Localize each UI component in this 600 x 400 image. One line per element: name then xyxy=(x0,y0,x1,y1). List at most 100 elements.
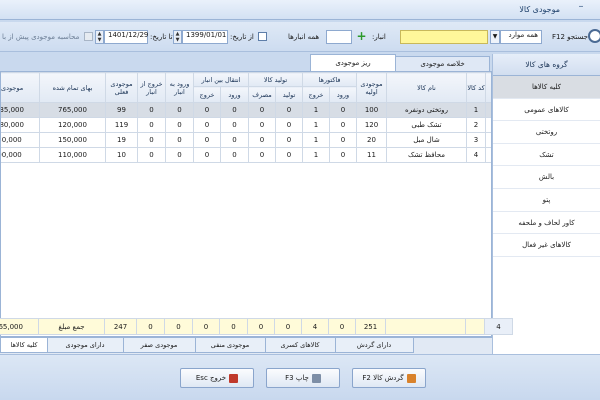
col-wh-in[interactable]: ورود به انبار xyxy=(165,72,194,103)
col-stock-value[interactable]: موجودی ر xyxy=(1,72,40,103)
col-inv-out[interactable]: خروج xyxy=(302,86,330,103)
tab-shortage[interactable]: کالاهای کسری xyxy=(264,338,336,353)
cell-code: 2 xyxy=(466,117,486,133)
filter-tabs: دارای گردش کالاهای کسری موجودی منفی موجو… xyxy=(0,337,492,354)
col-inv-in[interactable]: ورود xyxy=(329,86,357,103)
col-prod-in[interactable]: تولید xyxy=(275,86,303,103)
stock-table: موجودی ر بهای تمام شده موجودی فعلی خروج … xyxy=(1,72,491,163)
view-tabs: خلاصه موجودی ریز موجودی xyxy=(0,54,492,71)
totals-row: 965,000 جمع مبلغ 247 0 0 0 0 0 0 4 0 251… xyxy=(0,318,513,335)
from-date-checkbox[interactable] xyxy=(258,32,267,41)
cell-inv-out: 1 xyxy=(302,102,330,118)
cell-inv-out: 1 xyxy=(302,147,330,163)
cell-prod-in: 0 xyxy=(275,102,303,118)
col-current[interactable]: موجودی فعلی xyxy=(105,72,138,103)
total-sum-label: جمع مبلغ xyxy=(38,318,105,335)
sidebar-item-blanket[interactable]: پتو xyxy=(493,189,600,212)
item-groups-panel: گروه های کالا کلیه کالاها کالاهای عمومی … xyxy=(492,54,600,354)
print-button[interactable]: چاپ F3 xyxy=(266,368,340,388)
tab-detail[interactable]: ریز موجودی xyxy=(310,54,396,71)
cell-inv-in: 0 xyxy=(329,117,357,133)
tab-zero[interactable]: موجودی صفر xyxy=(122,338,196,353)
from-date-label: از تاریخ: xyxy=(230,33,254,41)
col-name[interactable]: نام کالا xyxy=(386,72,467,103)
cell-prod-use: 0 xyxy=(248,147,276,163)
from-date-input[interactable]: 1399/01/01 xyxy=(182,30,228,44)
warehouse-input[interactable] xyxy=(326,30,352,44)
all-warehouses-label: همه انبارها xyxy=(288,33,320,41)
col-prod-use[interactable]: مصرف xyxy=(248,86,276,103)
sidebar-item-general[interactable]: کالاهای عمومی xyxy=(493,99,600,122)
exit-label: خروج Esc xyxy=(195,374,227,382)
col-code[interactable]: کد کالا xyxy=(466,72,486,103)
to-date-spinner[interactable]: ▲ ▼ xyxy=(95,30,104,44)
col-wh-out[interactable]: خروج از انبار xyxy=(137,72,166,103)
sidebar-item-bedspread[interactable]: روتختی xyxy=(493,121,600,144)
table-row[interactable]: 00,000 110,000 10 0 0 0 0 0 0 1 0 11 محا… xyxy=(1,147,491,163)
cell-wh-out: 0 xyxy=(137,117,166,133)
total-tr-in: 0 xyxy=(219,318,248,335)
total-code-empty xyxy=(465,318,485,335)
total-tr-out: 0 xyxy=(192,318,220,335)
total-prod-use: 0 xyxy=(247,318,275,335)
printer-icon xyxy=(311,373,321,383)
cell-tr-out: 0 xyxy=(193,147,221,163)
cell-wh-out: 0 xyxy=(137,102,166,118)
tab-all-items[interactable]: کلیه کالاها xyxy=(0,338,48,353)
tab-has-turnover[interactable]: دارای گردش xyxy=(334,338,414,353)
sidebar-item-all[interactable]: کلیه کالاها xyxy=(493,76,600,99)
col-tr-out[interactable]: خروج xyxy=(193,86,221,103)
cell-cost: 120,000 xyxy=(39,117,106,133)
cell-select[interactable]: 4 xyxy=(485,147,491,163)
prev-stock-checkbox[interactable] xyxy=(84,32,93,41)
tab-negative[interactable]: موجودی منفی xyxy=(194,338,266,353)
cell-stock-value: 50,000 xyxy=(1,132,40,148)
cell-tr-in: 0 xyxy=(220,147,249,163)
cell-tr-in: 0 xyxy=(220,117,249,133)
table-row[interactable]: 50,000 150,000 19 0 0 0 0 0 0 1 0 20 شال… xyxy=(1,132,491,148)
report-icon xyxy=(406,373,416,383)
to-date-input[interactable]: 1401/12/29 xyxy=(104,30,148,44)
cell-stock-value: 00,000 xyxy=(1,147,40,163)
chevron-down-icon[interactable]: ▼ xyxy=(490,30,500,44)
total-current: 247 xyxy=(104,318,137,335)
col-cost[interactable]: بهای تمام شده xyxy=(39,72,106,103)
exit-button[interactable]: خروج Esc xyxy=(180,368,254,388)
cell-inv-out: 1 xyxy=(302,132,330,148)
tab-summary[interactable]: خلاصه موجودی xyxy=(395,56,490,71)
filter-toolbar: جستجو F12 همه موارد ▼ انبار: + همه انبار… xyxy=(0,22,600,52)
cell-select[interactable]: 3 xyxy=(485,132,491,148)
cell-code: 4 xyxy=(466,147,486,163)
cell-select[interactable]: 1 xyxy=(485,102,491,118)
scope-search-input[interactable] xyxy=(400,30,488,44)
cell-cost: 765,000 xyxy=(39,102,106,118)
scope-select[interactable]: همه موارد xyxy=(500,30,542,44)
sidebar-item-mattress[interactable]: تشک xyxy=(493,144,600,167)
add-icon[interactable]: + xyxy=(356,30,367,42)
sidebar-item-cover[interactable]: کاور لحاف و ملحفه xyxy=(493,212,600,235)
totals-table: 965,000 جمع مبلغ 247 0 0 0 0 0 0 4 0 251… xyxy=(0,318,513,335)
from-date-spinner[interactable]: ▲ ▼ xyxy=(173,30,182,44)
tab-in-stock[interactable]: دارای موجودی xyxy=(46,338,124,353)
search-icon[interactable] xyxy=(588,29,600,43)
turnover-button[interactable]: گردش کالا F2 xyxy=(352,368,426,388)
cell-inv-in: 0 xyxy=(329,147,357,163)
cell-wh-in: 0 xyxy=(165,102,194,118)
from-date-value: 1399/01/01 xyxy=(186,31,227,39)
sidebar-item-pillow[interactable]: بالش xyxy=(493,166,600,189)
to-date-label: تا تاریخ: xyxy=(150,33,173,41)
cell-wh-out: 0 xyxy=(137,132,166,148)
total-wh-out: 0 xyxy=(136,318,165,335)
cell-tr-out: 0 xyxy=(193,117,221,133)
cell-select[interactable]: 2 xyxy=(485,117,491,133)
minimize-button[interactable]: – xyxy=(574,2,588,14)
cell-current: 119 xyxy=(105,117,138,133)
cell-initial: 20 xyxy=(356,132,387,148)
table-row[interactable]: 280,000 120,000 119 0 0 0 0 0 0 1 0 120 … xyxy=(1,117,491,133)
prev-stock-label: محاسبه موجودی پیش از با xyxy=(2,33,80,41)
col-initial[interactable]: موجودی اولیه xyxy=(356,72,387,103)
table-row[interactable]: 735,000 765,000 99 0 0 0 0 0 0 1 0 100 ر… xyxy=(1,102,491,118)
print-label: چاپ F3 xyxy=(285,374,309,382)
col-tr-in[interactable]: ورود xyxy=(220,86,249,103)
sidebar-item-inactive[interactable]: کالاهای غیر فعال xyxy=(493,234,600,257)
